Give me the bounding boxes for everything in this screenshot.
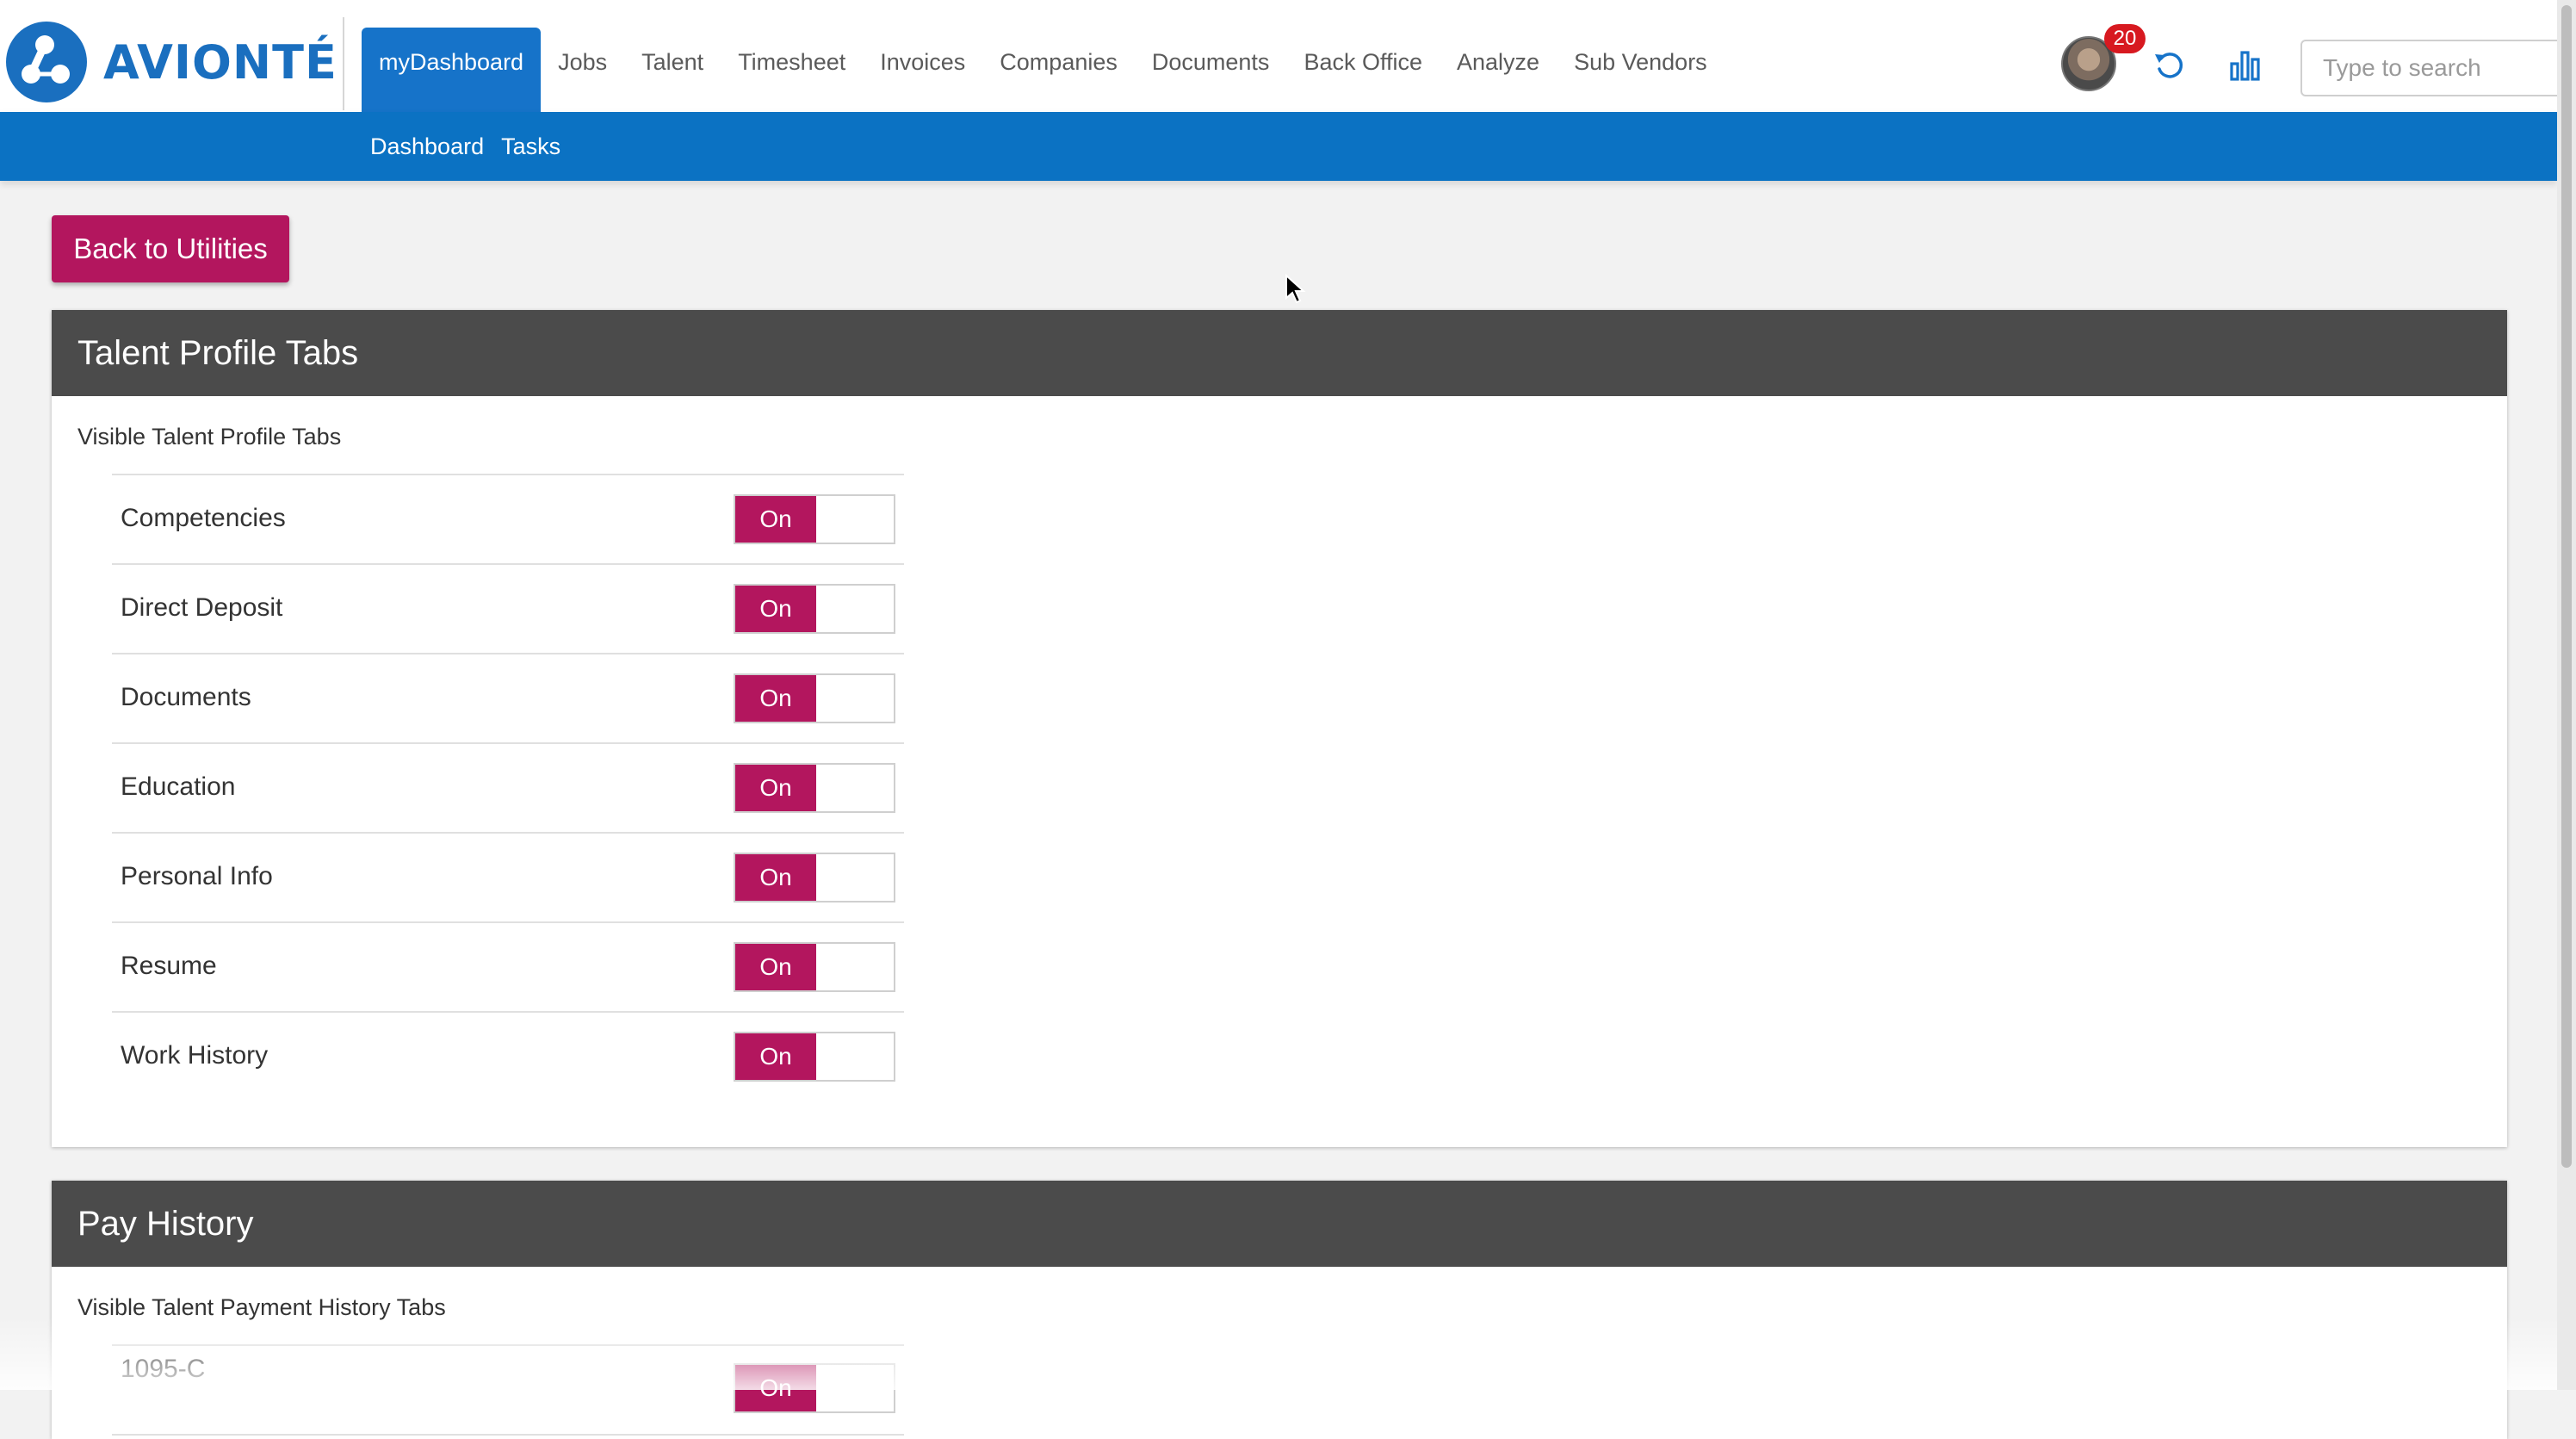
top-navigation-bar: AVIONTÉ myDashboard Jobs Talent Timeshee…: [0, 0, 2576, 112]
brand-name: AVIONTÉ: [103, 34, 337, 90]
nav-item-talent[interactable]: Talent: [624, 28, 721, 112]
nav-item-mydashboard[interactable]: myDashboard: [362, 28, 542, 112]
bar-chart-icon[interactable]: [2228, 48, 2263, 83]
sub-nav: Dashboard Tasks: [362, 112, 569, 181]
nav-item-jobs[interactable]: Jobs: [541, 28, 624, 112]
nav-item-analyze[interactable]: Analyze: [1440, 28, 1557, 112]
panel-header: Pay History: [52, 1181, 2507, 1267]
work-history-toggle[interactable]: On: [734, 1032, 895, 1082]
subnav-item-tasks[interactable]: Tasks: [492, 112, 569, 181]
nav-item-sub-vendors[interactable]: Sub Vendors: [1557, 28, 1725, 112]
panel-header: Talent Profile Tabs: [52, 310, 2507, 396]
nav-item-invoices[interactable]: Invoices: [863, 28, 982, 112]
main-nav: myDashboard Jobs Talent Timesheet Invoic…: [362, 28, 1725, 112]
row-label-work-history: Work History: [121, 1041, 269, 1070]
competencies-toggle[interactable]: On: [734, 494, 895, 544]
toggle-list: 1095-C On: [112, 1344, 904, 1436]
toggle-on-label: On: [735, 1033, 816, 1080]
sub-navigation-bar: Dashboard Tasks: [0, 112, 2557, 181]
subnav-item-dashboard[interactable]: Dashboard: [362, 112, 492, 181]
toggle-on-label: On: [735, 675, 816, 722]
pay-history-panel: Pay History Visible Talent Payment Histo…: [52, 1181, 2507, 1439]
list-item: Competencies On: [112, 475, 904, 565]
row-label-competencies: Competencies: [121, 504, 286, 532]
back-to-utilities-button[interactable]: Back to Utilities: [52, 215, 289, 282]
resume-toggle[interactable]: On: [734, 942, 895, 992]
toggle-on-label: On: [735, 586, 816, 632]
logo-divider: [343, 17, 344, 110]
list-item: Work History On: [112, 1013, 904, 1101]
row-label-direct-deposit: Direct Deposit: [121, 593, 283, 622]
talent-profile-tabs-panel: Talent Profile Tabs Visible Talent Profi…: [52, 310, 2507, 1147]
row-label-documents: Documents: [121, 683, 251, 711]
scroll-thumb[interactable]: [2561, 5, 2572, 1168]
row-label-1095-c: 1095-C: [121, 1355, 206, 1383]
direct-deposit-toggle[interactable]: On: [734, 584, 895, 634]
list-item: Education On: [112, 744, 904, 834]
toggle-on-label: On: [735, 496, 816, 543]
page-scrollbar[interactable]: [2557, 0, 2576, 1390]
toggle-on-label: On: [735, 765, 816, 811]
row-label-resume: Resume: [121, 952, 217, 980]
notification-badge: 20: [2104, 24, 2146, 53]
toggle-on-label: On: [735, 944, 816, 990]
panel-title: Talent Profile Tabs: [77, 334, 359, 372]
avionte-logo[interactable]: AVIONTÉ: [5, 21, 337, 103]
mouse-cursor-icon: [1285, 274, 1306, 304]
list-item: 1095-C On: [112, 1346, 904, 1436]
panel-subtitle: Visible Talent Payment History Tabs: [77, 1294, 446, 1320]
toggle-on-label: On: [735, 1365, 816, 1411]
nav-item-timesheet[interactable]: Timesheet: [721, 28, 863, 112]
1095-c-toggle[interactable]: On: [734, 1363, 895, 1413]
education-toggle[interactable]: On: [734, 763, 895, 813]
list-item: Resume On: [112, 923, 904, 1013]
search-input[interactable]: [2300, 40, 2576, 96]
avionte-logo-icon: [6, 22, 87, 102]
nav-item-back-office[interactable]: Back Office: [1286, 28, 1440, 112]
list-item: Documents On: [112, 654, 904, 744]
nav-item-companies[interactable]: Companies: [982, 28, 1135, 112]
toggle-on-label: On: [735, 854, 816, 901]
panel-title: Pay History: [77, 1205, 254, 1243]
row-label-education: Education: [121, 772, 236, 801]
list-item: Personal Info On: [112, 834, 904, 923]
nav-item-documents[interactable]: Documents: [1135, 28, 1287, 112]
documents-toggle[interactable]: On: [734, 673, 895, 723]
row-label-personal-info: Personal Info: [121, 862, 273, 890]
panel-subtitle: Visible Talent Profile Tabs: [77, 424, 342, 450]
refresh-icon[interactable]: [2152, 48, 2187, 83]
toggle-list: Competencies On Direct Deposit On Docume…: [112, 474, 904, 1101]
personal-info-toggle[interactable]: On: [734, 853, 895, 902]
list-item: Direct Deposit On: [112, 565, 904, 654]
